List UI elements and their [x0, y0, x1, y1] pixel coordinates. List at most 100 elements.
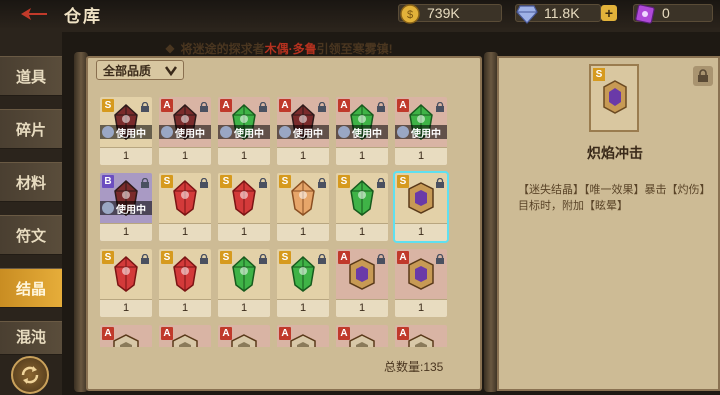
lock-icon — [140, 99, 150, 112]
lock-icon — [258, 175, 268, 188]
tab-runes[interactable]: 符文 — [0, 215, 62, 255]
item-count: 1 — [277, 223, 329, 241]
rarity-badge: S — [220, 251, 232, 264]
item-card[interactable]: S1 — [218, 249, 270, 317]
lock-icon — [376, 251, 386, 264]
item-card[interactable]: S1 — [159, 173, 211, 241]
tab-fragments[interactable]: 碎片 — [0, 109, 62, 149]
hero-avatar-icon — [338, 126, 350, 138]
item-count: 1 — [159, 299, 211, 317]
item-count: 1 — [395, 223, 447, 241]
rarity-badge: A — [338, 99, 350, 112]
item-count: 1 — [277, 147, 329, 165]
item-card[interactable]: S1 — [100, 249, 152, 317]
category-tabs: 道具 碎片 材料 符文 结晶 混沌 — [0, 56, 62, 368]
crystal-frame-icon — [603, 80, 627, 114]
item-card[interactable]: A — [395, 325, 447, 347]
item-count: 1 — [395, 299, 447, 317]
tab-chaos[interactable]: 混沌 — [0, 321, 62, 355]
item-card[interactable]: S1 — [159, 249, 211, 317]
item-card[interactable]: A — [159, 325, 211, 347]
ticket-counter: 0 — [633, 2, 713, 24]
item-count: 1 — [395, 147, 447, 165]
lock-icon — [435, 175, 445, 188]
svg-text:$: $ — [407, 9, 413, 21]
hero-avatar-icon — [279, 126, 291, 138]
quest-notice[interactable]: ◆ 将迷途的探求者 木偶·多鲁 引领至寒雾镇! — [70, 38, 488, 58]
rarity-badge: S — [220, 175, 232, 188]
rarity-badge: A — [338, 251, 350, 264]
tab-fragments-label: 碎片 — [15, 121, 46, 139]
total-count: 总数量:135 — [384, 360, 444, 374]
item-card[interactable]: A — [218, 325, 270, 347]
in-use-label: 使用中 — [116, 204, 146, 216]
back-button[interactable] — [14, 3, 54, 25]
cycle-button[interactable] — [11, 356, 49, 394]
item-count: 1 — [336, 147, 388, 165]
tab-crystals-label: 结晶 — [15, 280, 46, 298]
item-card[interactable]: A 使用中 1 — [159, 97, 211, 165]
lock-icon — [199, 251, 209, 264]
item-card[interactable]: A — [336, 325, 388, 347]
item-card[interactable]: A 使用中 1 — [218, 97, 270, 165]
item-card[interactable]: A 使用中 1 — [395, 97, 447, 165]
rarity-badge: A — [220, 99, 232, 112]
item-card[interactable]: S1 — [218, 173, 270, 241]
rarity-badge: S — [161, 251, 173, 264]
lock-icon — [317, 251, 327, 264]
item-count: 1 — [100, 223, 152, 241]
item-card[interactable]: S1 — [336, 173, 388, 241]
item-card[interactable]: S 使用中 1 — [100, 97, 152, 165]
tab-crystals[interactable]: 结晶 — [0, 268, 62, 308]
notice-highlight: 木偶·多鲁 — [264, 41, 317, 56]
in-use-badge: 使用中 — [218, 125, 270, 140]
rarity-badge: A — [397, 327, 409, 340]
add-gem-button[interactable]: + — [601, 5, 617, 21]
rarity-badge: A — [397, 251, 409, 264]
item-card[interactable]: A — [100, 325, 152, 347]
hero-avatar-icon — [220, 126, 232, 138]
item-card[interactable]: A — [277, 325, 329, 347]
item-card[interactable]: S1 — [277, 173, 329, 241]
item-card[interactable]: A 使用中 1 — [336, 97, 388, 165]
tab-materials-label: 材料 — [15, 174, 46, 192]
rarity-badge: S — [161, 175, 173, 188]
rarity-badge: S — [279, 175, 291, 188]
item-card[interactable]: A 使用中 1 — [277, 97, 329, 165]
refresh-icon — [21, 366, 39, 384]
quality-filter-dropdown[interactable]: 全部品质 — [96, 60, 184, 80]
scroll-rod-middle — [484, 52, 498, 392]
item-card[interactable]: S1 — [393, 171, 449, 243]
tab-items[interactable]: 道具 — [0, 56, 62, 96]
item-card[interactable]: B 使用中 1 — [100, 173, 152, 241]
lock-icon — [317, 175, 327, 188]
lock-icon — [199, 175, 209, 188]
item-card[interactable]: S1 — [277, 249, 329, 317]
in-use-label: 使用中 — [234, 128, 264, 140]
rarity-badge: A — [161, 99, 173, 112]
hero-avatar-icon — [161, 126, 173, 138]
detail-lock-button[interactable] — [693, 66, 713, 86]
rarity-badge: A — [220, 327, 232, 340]
lock-icon — [258, 251, 268, 264]
item-count: 1 — [218, 147, 270, 165]
tab-materials[interactable]: 材料 — [0, 162, 62, 202]
in-use-badge: 使用中 — [100, 125, 152, 140]
hero-avatar-icon — [102, 126, 114, 138]
in-use-label: 使用中 — [352, 128, 382, 140]
item-count: 1 — [100, 299, 152, 317]
item-card[interactable]: A1 — [395, 249, 447, 317]
gold-counter: 739K $ — [398, 2, 504, 24]
item-card[interactable]: A1 — [336, 249, 388, 317]
item-count: 1 — [336, 223, 388, 241]
rarity-badge: A — [338, 327, 350, 340]
item-grid: S 使用中 1 A 使用中 1 A 使用中 1 A 使用中 1 A 使用中 1 A 使用中 1 B 使用中 1 S 1 S 1 S… — [100, 97, 454, 347]
notice-bullet-icon: ◆ — [165, 41, 175, 55]
coin-icon: $ — [398, 2, 422, 26]
lock-icon — [698, 69, 708, 82]
in-use-badge: 使用中 — [100, 201, 152, 216]
item-count: 1 — [218, 299, 270, 317]
notice-prefix: 将迷途的探求者 — [180, 41, 265, 56]
in-use-label: 使用中 — [411, 128, 441, 140]
item-count: 1 — [277, 299, 329, 317]
